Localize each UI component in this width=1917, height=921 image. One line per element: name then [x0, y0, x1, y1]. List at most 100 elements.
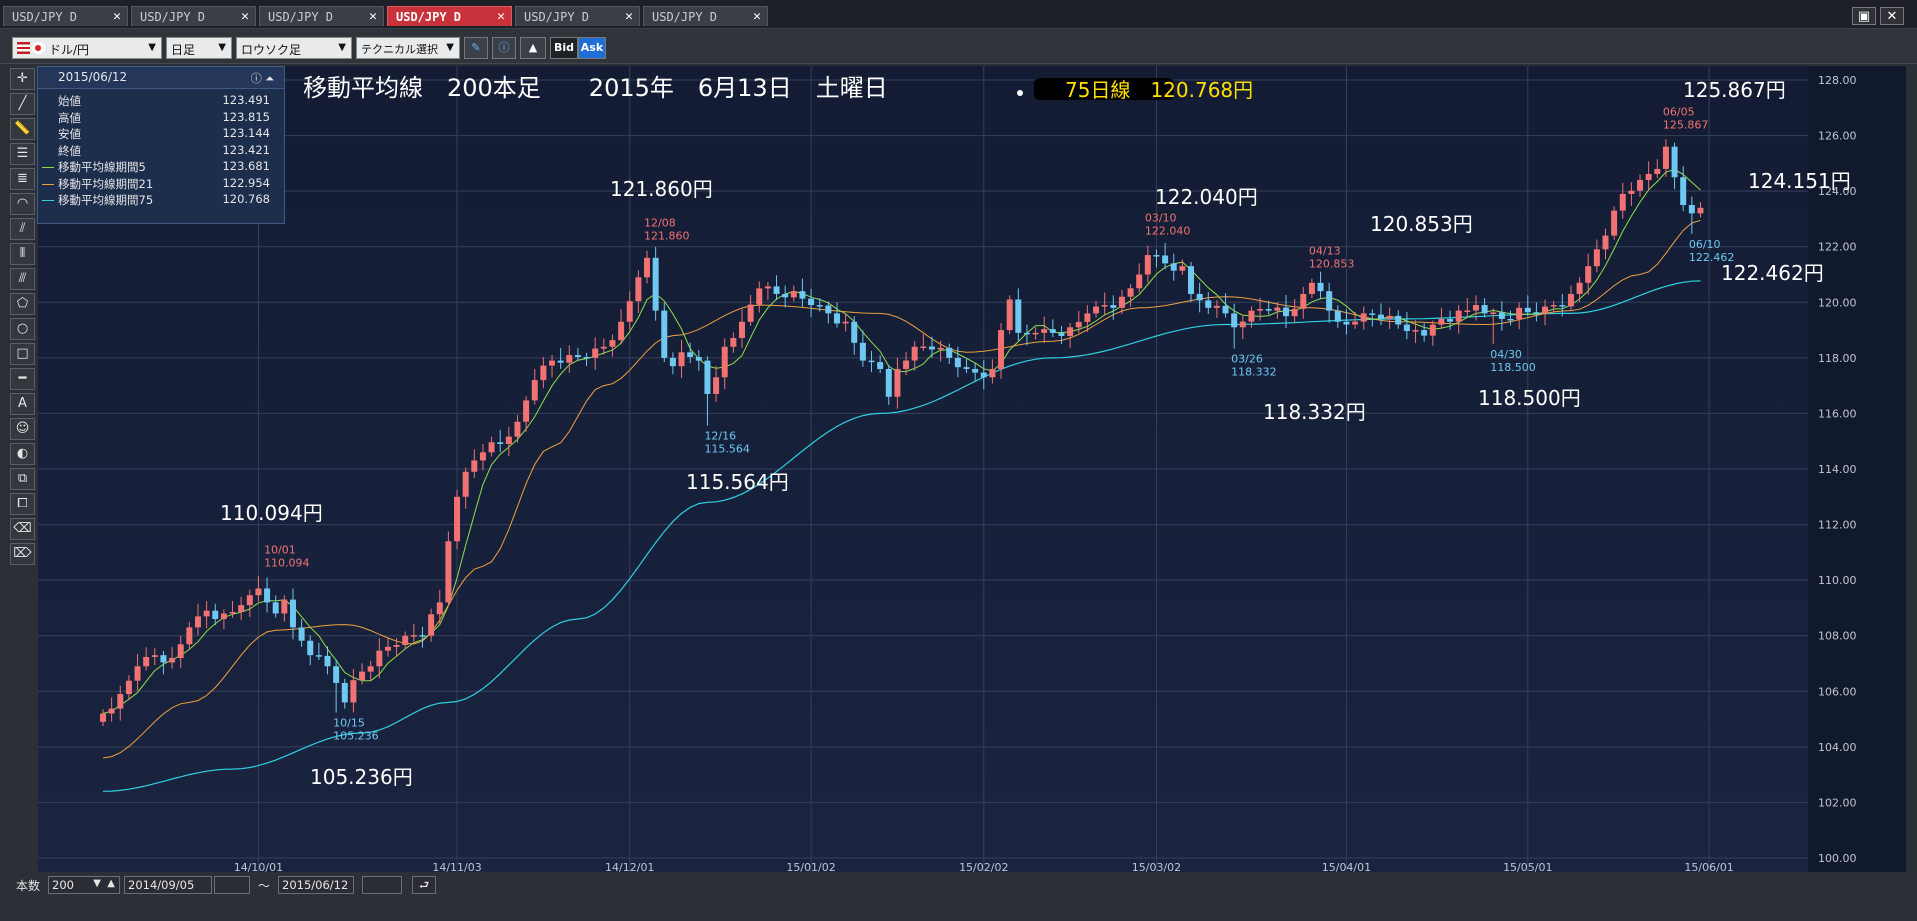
x-tick-label: 14/12/01: [605, 861, 654, 872]
candle-body: [333, 666, 340, 683]
bottom-bar: 本数 200 ▼ ▲ 2014/09/05 〜 2015/06/12 ⮐: [0, 872, 1917, 921]
info-label: 移動平均線期間21: [58, 176, 154, 191]
chevron-down-icon: ▼: [338, 42, 346, 53]
candle-body: [1188, 266, 1195, 294]
pen-icon[interactable]: ✎: [464, 37, 488, 59]
candle-body: [1619, 193, 1626, 211]
candlestick-chart[interactable]: 100.00 102.00 104.00 106.00 108.00 110.00 112.…: [38, 66, 1906, 872]
ask-button[interactable]: Ask: [578, 37, 606, 59]
tab-usdjpy-1[interactable]: USD/JPY D ✕: [3, 6, 128, 26]
area-chart-icon[interactable]: ▲: [520, 37, 546, 59]
hline-icon[interactable]: ━: [10, 368, 35, 390]
candle-body: [704, 360, 711, 394]
candle-body: [1559, 305, 1566, 307]
y-tick-label: 128.00: [1818, 74, 1857, 87]
candle-body: [713, 377, 720, 394]
channel-icon[interactable]: ⫻: [10, 268, 35, 290]
candle-body: [1205, 300, 1212, 308]
fibonacci-icon[interactable]: ≣: [10, 168, 35, 190]
candle-body: [1136, 274, 1143, 289]
y-tick-label: 112.00: [1818, 519, 1857, 532]
info-label: 終値: [58, 143, 81, 158]
close-icon[interactable]: ✕: [369, 9, 377, 24]
candle-body: [574, 355, 581, 358]
copy-icon[interactable]: ⧉: [10, 468, 35, 490]
reload-button[interactable]: ⮐: [412, 876, 436, 894]
candle-body: [471, 460, 478, 472]
point-label-date: 10/15: [333, 717, 365, 730]
info-value: 122.954: [222, 175, 270, 190]
candle-body: [281, 599, 288, 614]
erase-all-icon[interactable]: ⌦: [10, 543, 35, 565]
info-icon[interactable]: ⓘ: [492, 37, 516, 59]
candle-body: [1421, 330, 1428, 336]
x-tick-label: 15/03/02: [1132, 861, 1181, 872]
close-icon[interactable]: ✕: [113, 9, 121, 24]
x-tick-label: 15/06/01: [1684, 861, 1733, 872]
tab-label: USD/JPY D: [524, 10, 590, 24]
maximize-icon[interactable]: ▣: [1852, 7, 1876, 25]
cursor-icon[interactable]: ◐: [10, 443, 35, 465]
candle-body: [825, 305, 832, 314]
pentagon-icon[interactable]: ⬠: [10, 293, 35, 315]
from-date-input[interactable]: 2014/09/05: [124, 876, 212, 894]
vertical-lines-icon[interactable]: ⦀: [10, 243, 35, 265]
point-label-value: 120.853: [1309, 258, 1355, 271]
candle-body: [1213, 305, 1220, 308]
text-icon[interactable]: A: [10, 393, 35, 415]
candle-body: [1300, 293, 1307, 309]
close-icon[interactable]: ✕: [241, 9, 249, 24]
emoji-icon[interactable]: ☺: [10, 418, 35, 440]
stepper-down-icon[interactable]: ▼: [93, 878, 101, 889]
info-panel: 2015/06/12 ⓘ ⏶ 始値 123.491 高値 123.815 安値 123…: [37, 66, 285, 224]
chart-type-select[interactable]: ロウソク足 ▼: [236, 37, 352, 59]
window-close-icon[interactable]: ✕: [1880, 7, 1904, 25]
count-input[interactable]: 200 ▼ ▲: [48, 876, 120, 894]
circle-icon[interactable]: ○: [10, 318, 35, 340]
candle-body: [644, 257, 651, 278]
crosshair-icon[interactable]: ✛: [10, 68, 35, 90]
to-date-input[interactable]: 2015/06/12: [278, 876, 354, 894]
fan-icon[interactable]: ⫽: [10, 218, 35, 240]
select-icon[interactable]: ⧠: [10, 493, 35, 515]
close-icon[interactable]: ✕: [497, 9, 505, 24]
ruler-icon[interactable]: 📏: [10, 118, 35, 140]
tab-usdjpy-5[interactable]: USD/JPY D ✕: [515, 6, 640, 26]
bid-button[interactable]: Bid: [550, 37, 578, 59]
candle-body: [1179, 266, 1186, 271]
tab-usdjpy-active[interactable]: USD/JPY D ✕: [387, 6, 512, 26]
candle-body: [592, 348, 599, 358]
info-row-close: 終値 123.421: [38, 143, 284, 160]
stepper-up-icon[interactable]: ▲: [107, 878, 115, 889]
from-time-input[interactable]: [214, 876, 250, 894]
eraser-icon[interactable]: ⌫: [10, 518, 35, 540]
horizontal-lines-icon[interactable]: ☰: [10, 143, 35, 165]
tab-usdjpy-6[interactable]: USD/JPY D ✕: [643, 6, 768, 26]
period-select[interactable]: 日足 ▼: [166, 37, 232, 59]
candle-body: [134, 666, 141, 681]
info-date: 2015/06/12: [58, 70, 128, 84]
chart-type-label: ロウソク足: [241, 43, 302, 57]
tab-usdjpy-3[interactable]: USD/JPY D ✕: [259, 6, 384, 26]
candle-body: [212, 610, 219, 620]
candle-body: [1377, 314, 1384, 319]
currency-pair-select[interactable]: ドル/円 ▼: [12, 37, 162, 59]
point-label-date: 04/30: [1490, 348, 1522, 361]
tab-usdjpy-2[interactable]: USD/JPY D ✕: [131, 6, 256, 26]
technical-select[interactable]: テクニカル選択 ▼: [356, 37, 460, 59]
to-time-input[interactable]: [362, 876, 402, 894]
candle-body: [851, 321, 858, 343]
candle-body: [341, 682, 348, 703]
candle-body: [523, 400, 530, 422]
close-icon[interactable]: ✕: [625, 9, 633, 24]
candle-body: [790, 291, 797, 298]
candle-body: [549, 360, 556, 366]
close-icon[interactable]: ✕: [753, 9, 761, 24]
technical-label: テクニカル選択: [361, 43, 438, 56]
trendline-icon[interactable]: ╱: [10, 93, 35, 115]
info-toggle-icon[interactable]: ⓘ ⏶: [251, 70, 274, 86]
rectangle-icon[interactable]: □: [10, 343, 35, 365]
fib-arc-icon[interactable]: ◠: [10, 193, 35, 215]
x-tick-label: 15/05/01: [1503, 861, 1552, 872]
info-panel-header: 2015/06/12 ⓘ ⏶: [38, 67, 284, 89]
